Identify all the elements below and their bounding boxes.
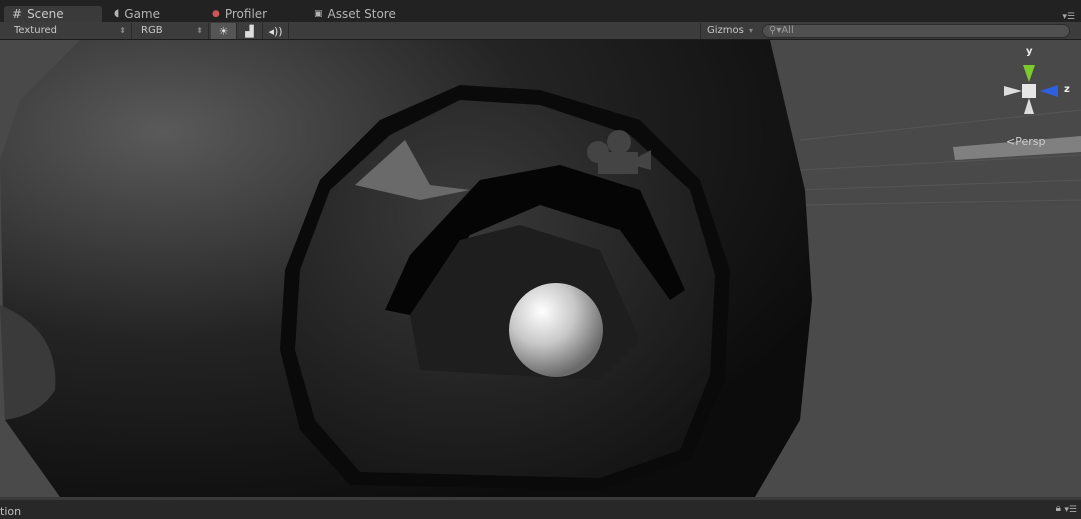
color-mode-dropdown[interactable]: RGB ⬍ (135, 23, 209, 39)
tab-game[interactable]: ◖ Game (114, 6, 160, 22)
speaker-icon: ◂)) (268, 24, 283, 38)
lighting-toggle[interactable]: ☀ (211, 23, 237, 39)
image-icon: ▟ (245, 24, 254, 38)
z-axis-cone[interactable] (1040, 85, 1058, 97)
bag-icon: ▣ (314, 9, 323, 19)
profiler-icon: ● (212, 9, 220, 19)
lock-icon[interactable]: 🔒︎ (1056, 503, 1061, 514)
tab-asset-store[interactable]: ▣ Asset Store (314, 6, 396, 22)
tab-profiler[interactable]: ● Profiler (212, 6, 267, 22)
scene-viewport[interactable]: y z <Persp (0, 40, 1081, 497)
scene-render (0, 40, 1081, 497)
render-mode-dropdown[interactable]: Textured ⬍ (8, 23, 132, 39)
search-icon: ⚲▾ (769, 25, 782, 36)
gizmos-dropdown[interactable]: Gizmos ▾ (700, 23, 758, 39)
orientation-gizmo[interactable]: y z (1000, 46, 1070, 118)
panel-title: tion (0, 505, 22, 518)
tab-scene[interactable]: # Scene (4, 6, 102, 22)
sun-icon: ☀ (218, 24, 229, 38)
x-axis-cone[interactable] (1004, 86, 1022, 96)
scene-fx-toggle[interactable]: ▟ (237, 23, 263, 39)
search-input[interactable]: ⚲▾All (762, 24, 1070, 38)
grid-icon: # (12, 7, 23, 21)
y-label: y (1026, 46, 1033, 57)
bottom-panel-header: tion 🔒︎ ▾☰ (0, 497, 1081, 519)
z-label: z (1064, 84, 1070, 95)
glossy-ball (509, 283, 603, 377)
tab-bar: # Scene ◖ Game ● Profiler ▣ Asset Store ▾☰ (0, 0, 1081, 22)
audio-toggle[interactable]: ◂)) (263, 23, 289, 39)
projection-toggle[interactable]: <Persp (1006, 135, 1045, 148)
neg-y-axis-cone[interactable] (1024, 98, 1034, 114)
menu-icon[interactable]: ▾☰ (1062, 12, 1075, 22)
menu-icon[interactable]: ▾☰ (1064, 505, 1077, 515)
center-cube[interactable] (1022, 84, 1036, 98)
scene-toolbar: Textured ⬍ RGB ⬍ ☀ ▟ ◂)) Gizmos ▾ ⚲▾All (0, 22, 1081, 40)
pacman-icon: ◖ (114, 8, 120, 19)
y-axis-cone[interactable] (1023, 65, 1035, 82)
